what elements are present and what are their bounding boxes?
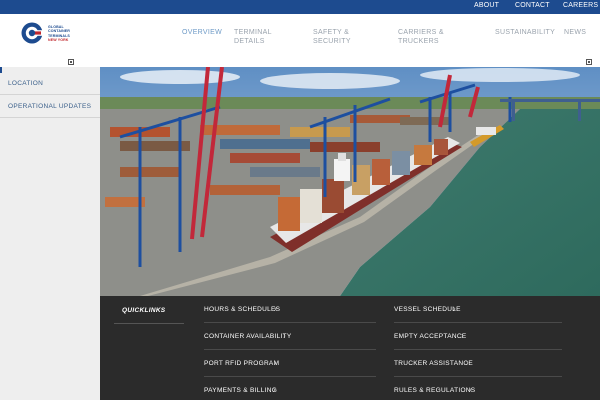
quicklink-port-rfid-program[interactable]: PORT RFID PROGRAM › xyxy=(204,350,376,377)
quicklink-hours-schedules[interactable]: HOURS & SCHEDULES › xyxy=(204,296,376,323)
nav-carriers-truckers[interactable]: CARRIERS & TRUCKERS xyxy=(398,28,444,46)
sidebar-item-label: OPERATIONAL UPDATES xyxy=(8,103,92,110)
logo-wordmark: GLOBAL CONTAINER TERMINALS NEW YORK xyxy=(48,25,70,42)
container-terminal-photo xyxy=(100,67,600,296)
chevron-right-icon: › xyxy=(453,304,456,313)
hero-image xyxy=(100,67,600,296)
quicklink-empty-acceptance[interactable]: EMPTY ACCEPTANCE › xyxy=(394,323,562,350)
sidebar-item-operational-updates[interactable]: OPERATIONAL UPDATES xyxy=(0,96,100,118)
gct-logo[interactable]: GLOBAL CONTAINER TERMINALS NEW YORK xyxy=(21,20,77,44)
chevron-right-icon: › xyxy=(469,385,472,394)
resize-handle[interactable] xyxy=(68,59,74,65)
sidebar-item-location[interactable]: LOCATION xyxy=(0,73,100,95)
quicklink-container-availability[interactable]: CONTAINER AVAILABILITY › xyxy=(204,323,376,350)
quicklinks-panel: QUICKLINKS HOURS & SCHEDULES › CONTAINER… xyxy=(100,296,600,400)
contact-link[interactable]: CONTACT xyxy=(515,2,550,9)
sidebar-item-label: LOCATION xyxy=(8,80,44,87)
quicklinks-title: QUICKLINKS xyxy=(122,307,166,314)
divider xyxy=(114,323,184,324)
utility-bar: ABOUT CONTACT CAREERS xyxy=(0,0,600,14)
chevron-right-icon: › xyxy=(273,385,276,394)
chevron-right-icon: › xyxy=(274,358,277,367)
chevron-right-icon: › xyxy=(461,331,464,340)
nav-news[interactable]: NEWS xyxy=(564,28,586,37)
nav-sustainability[interactable]: SUSTAINABILITY xyxy=(495,28,555,37)
nav-safety-security[interactable]: SAFETY & SECURITY xyxy=(313,28,351,46)
nav-overview[interactable]: OVERVIEW xyxy=(182,28,222,37)
careers-link[interactable]: CAREERS xyxy=(563,2,598,9)
resize-handle[interactable] xyxy=(586,59,592,65)
chevron-right-icon: › xyxy=(466,358,469,367)
gct-logo-icon xyxy=(21,22,43,44)
quicklink-trucker-assistance[interactable]: TRUCKER ASSISTANCE › xyxy=(394,350,562,377)
about-link[interactable]: ABOUT xyxy=(474,2,499,9)
sidebar: LOCATION OPERATIONAL UPDATES xyxy=(0,67,100,400)
nav-terminal-details[interactable]: TERMINAL DETAILS xyxy=(234,28,272,46)
site-header: GLOBAL CONTAINER TERMINALS NEW YORK OVER… xyxy=(0,14,600,62)
chevron-right-icon: › xyxy=(283,331,286,340)
chevron-right-icon: › xyxy=(274,304,277,313)
quicklink-vessel-schedule[interactable]: VESSEL SCHEDULE › xyxy=(394,296,562,323)
